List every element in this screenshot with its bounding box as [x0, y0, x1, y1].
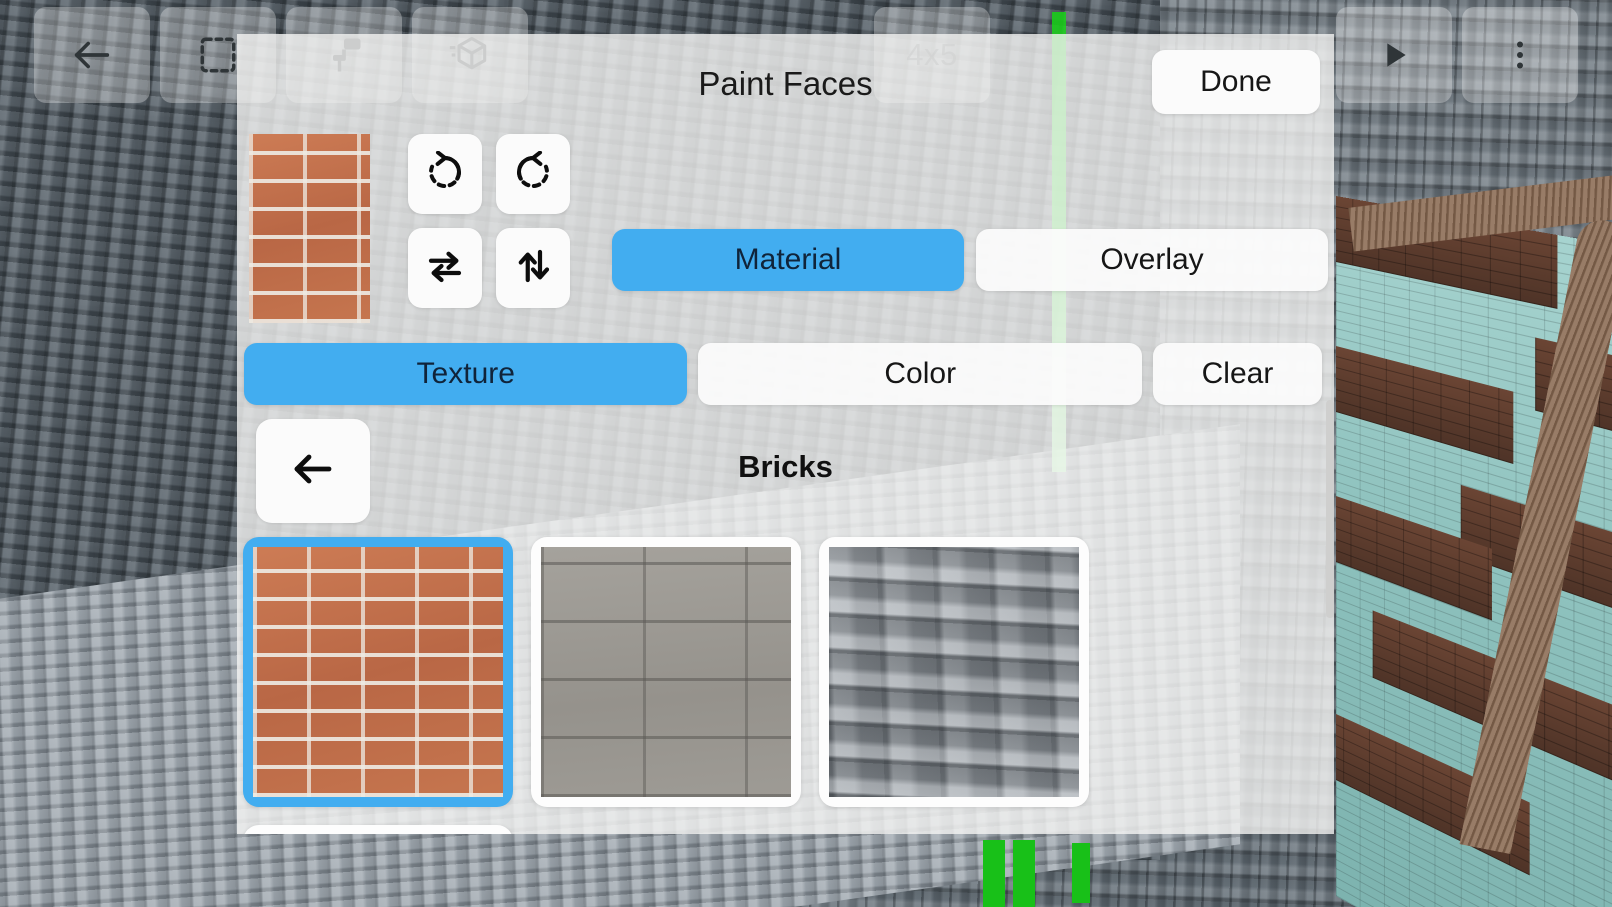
- scene-green-character-leg-left: [983, 840, 1005, 907]
- category-header: Bricks: [237, 405, 1334, 537]
- dots-vertical-icon: [1502, 37, 1538, 73]
- tab-material[interactable]: Material: [612, 229, 964, 291]
- texture-thumbnail: [829, 547, 1079, 797]
- tab-overlay[interactable]: Overlay: [976, 229, 1328, 291]
- layer-tab-group: Material Overlay: [612, 134, 1328, 291]
- rotate-left-button[interactable]: [408, 134, 482, 214]
- tab-clear[interactable]: Clear: [1152, 343, 1323, 405]
- tab-color[interactable]: Color: [698, 343, 1142, 405]
- toolbar-play-button[interactable]: [1336, 7, 1452, 103]
- texture-thumbnail: [253, 547, 503, 797]
- texture-tile-gray-rough-stone[interactable]: [819, 537, 1089, 807]
- scene-green-character-arm: [1072, 843, 1090, 903]
- texture-preview[interactable]: [249, 134, 370, 323]
- toolbar-overflow-menu-button[interactable]: [1462, 7, 1578, 103]
- texture-tile-red-herringbone-paver[interactable]: [243, 825, 513, 834]
- done-button[interactable]: Done: [1152, 50, 1320, 114]
- flip-horizontal-icon: [424, 245, 466, 292]
- rotate-cw-icon: [512, 150, 554, 198]
- dialog-header: Paint Faces Done: [237, 34, 1334, 134]
- texture-thumbnail: [541, 547, 791, 797]
- dialog-title: Paint Faces: [698, 65, 873, 102]
- selection-dashed-icon: [197, 34, 239, 76]
- flip-vertical-icon: [512, 245, 554, 292]
- play-icon: [1374, 35, 1414, 75]
- transform-button-grid: [408, 134, 570, 308]
- transform-row: Material Overlay: [237, 134, 1334, 323]
- toolbar-back-button[interactable]: [34, 7, 150, 103]
- texture-tile-gray-concrete-block[interactable]: [531, 537, 801, 807]
- mode-tab-group: Texture Color Clear: [237, 323, 1334, 405]
- paint-faces-dialog: Paint Faces Done Material Overlay Textur…: [237, 34, 1334, 834]
- arrow-left-icon: [69, 32, 115, 78]
- rotate-right-button[interactable]: [496, 134, 570, 214]
- category-title: Bricks: [738, 449, 833, 484]
- scene-green-character-leg-right: [1013, 840, 1035, 907]
- tab-texture[interactable]: Texture: [244, 343, 688, 405]
- texture-grid-row-1: [237, 537, 1334, 834]
- flip-vertical-button[interactable]: [496, 228, 570, 308]
- flip-horizontal-button[interactable]: [408, 228, 482, 308]
- texture-list-scrollbar[interactable]: [1324, 396, 1332, 834]
- texture-tile-red-brick-wall[interactable]: [243, 537, 513, 807]
- rotate-ccw-icon: [424, 150, 466, 198]
